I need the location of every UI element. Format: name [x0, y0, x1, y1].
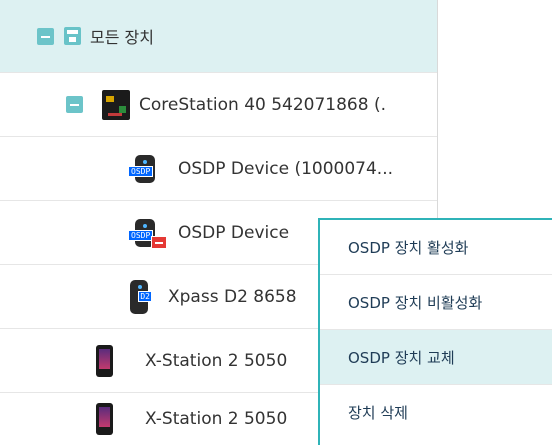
- osdp-reader-icon: OSDP: [128, 154, 155, 183]
- xstation-device-icon: [96, 344, 113, 377]
- tree-item-label: OSDP Device (1000074...: [178, 158, 394, 179]
- tree-root-label: 모든 장치: [90, 28, 154, 47]
- tree-item-label: X-Station 2 5050: [145, 350, 288, 371]
- osdp-reader-disabled-icon: OSDP: [128, 218, 167, 249]
- collapse-icon[interactable]: [37, 27, 54, 45]
- tree-item-label: CoreStation 40 542071868 (.: [139, 94, 387, 115]
- xstation-device-icon: [96, 403, 113, 435]
- menu-item-disable-osdp[interactable]: OSDP 장치 비활성화: [320, 275, 552, 330]
- menu-item-enable-osdp[interactable]: OSDP 장치 활성화: [320, 220, 552, 275]
- collapse-icon[interactable]: [66, 96, 83, 113]
- device-group-icon: [64, 27, 81, 45]
- tree-root-all-devices[interactable]: 모든 장치: [0, 0, 437, 73]
- menu-item-replace-osdp[interactable]: OSDP 장치 교체: [320, 330, 552, 385]
- osdp-badge: OSDP: [128, 229, 154, 241]
- corestation-device-icon: [102, 89, 130, 120]
- tree-item-osdp-device[interactable]: OSDP OSDP Device (1000074...: [0, 137, 437, 201]
- d2-badge: D2: [138, 290, 152, 302]
- menu-item-delete-device[interactable]: 장치 삭제: [320, 385, 552, 440]
- tree-item-corestation[interactable]: CoreStation 40 542071868 (.: [0, 73, 437, 137]
- xpass-reader-icon: D2: [130, 279, 152, 314]
- tree-item-label: OSDP Device: [178, 222, 290, 243]
- osdp-badge: OSDP: [128, 165, 154, 177]
- tree-item-label: Xpass D2 8658: [168, 286, 297, 307]
- disabled-minus-icon: [151, 235, 167, 249]
- tree-item-label: X-Station 2 5050: [145, 409, 288, 429]
- context-menu: OSDP 장치 활성화 OSDP 장치 비활성화 OSDP 장치 교체 장치 삭…: [318, 218, 552, 445]
